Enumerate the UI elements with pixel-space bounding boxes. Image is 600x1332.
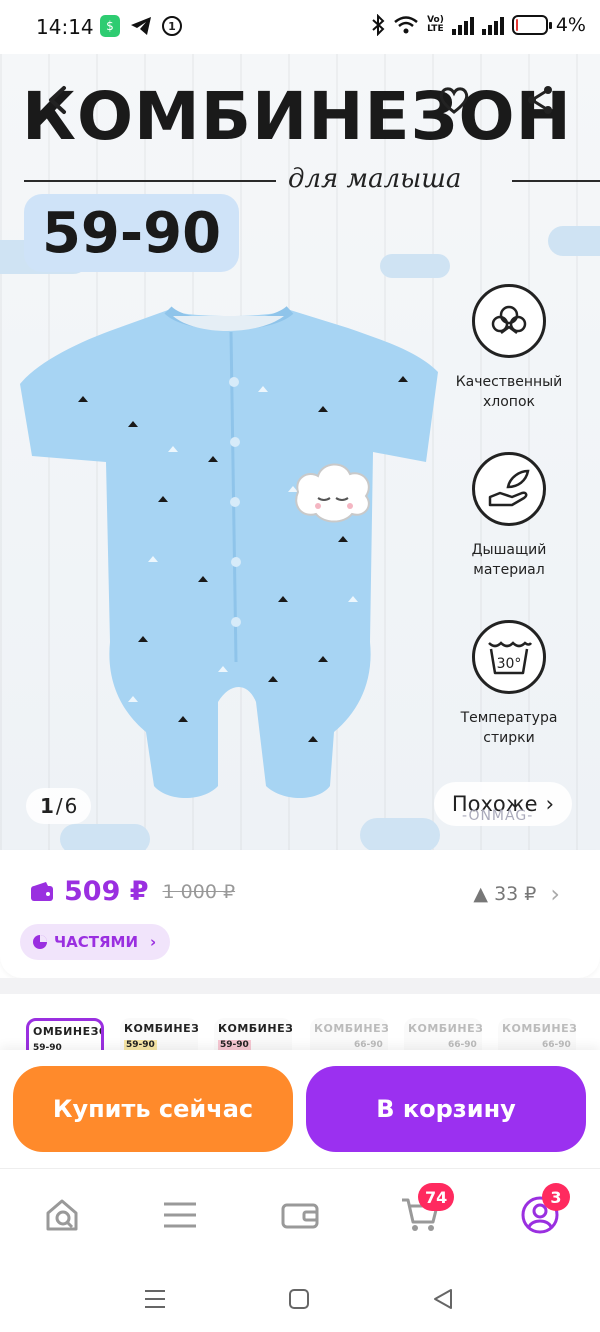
volte-bottom: LTE: [427, 24, 444, 34]
money-app-icon: $: [100, 15, 120, 37]
back-arrow-icon: [49, 86, 66, 114]
cart-count-badge: 74: [418, 1183, 455, 1211]
feature-wash-temperature: 30° Температура стирки: [440, 620, 578, 748]
heading-divider: [24, 180, 276, 182]
price-delta: ▲ 33 ₽: [473, 883, 537, 905]
back-button[interactable]: [34, 76, 82, 124]
installments-button[interactable]: ЧАСТЯМИ ›: [20, 924, 171, 960]
battery-level: [515, 19, 518, 31]
variant-size: 66-90: [354, 1040, 383, 1050]
purchase-action-bar: Купить сейчас В корзину: [0, 1050, 600, 1168]
profile-notification-badge: 3: [542, 1183, 570, 1211]
feather-hand-icon: [472, 452, 546, 526]
wallet-price-icon: [31, 881, 53, 901]
home-button[interactable]: [284, 1284, 314, 1314]
variant-title: ОМБИНЕЗО: [33, 1025, 104, 1038]
status-bar: 14:14 $ 1 Vo) LTE 4%: [0, 0, 600, 54]
signal-sim2-icon: [481, 15, 504, 35]
battery-icon: [511, 15, 552, 35]
signal-sim1-icon: [451, 15, 474, 35]
add-to-cart-button[interactable]: В корзину: [306, 1066, 586, 1152]
variant-title: КОМБИНЕЗОН: [314, 1022, 388, 1035]
price-row: 509 ₽ 1 000 ₽: [30, 876, 235, 907]
square-icon: [289, 1289, 309, 1309]
image-watermark: -ONMAG-: [462, 808, 534, 824]
cloud-decoration: [60, 824, 150, 852]
buy-now-button[interactable]: Купить сейчас: [13, 1066, 293, 1152]
nav-catalog[interactable]: [158, 1193, 202, 1237]
home-search-icon: [46, 1199, 78, 1231]
feature-cotton: Качественный хлопок: [440, 284, 578, 412]
battery-percent: 4%: [555, 14, 586, 36]
product-subheading: для малыша: [288, 164, 462, 194]
pie-chart-icon: [33, 935, 47, 949]
system-back-button[interactable]: [428, 1284, 458, 1314]
nav-home[interactable]: [40, 1193, 84, 1237]
menu-lines-icon: [145, 1290, 165, 1308]
product-gallery[interactable]: КОМБИНЕЗОН для малыша 59-90 Качественный…: [0, 54, 600, 852]
variant-title: КОМБИНЕЗОН: [502, 1022, 576, 1035]
page-current: 1: [40, 794, 54, 818]
installments-label: ЧАСТЯМИ: [54, 933, 139, 951]
triangle-back-icon: [434, 1289, 452, 1309]
volte-icon: Vo) LTE: [427, 16, 444, 34]
sim-info-icon: 1: [162, 16, 182, 36]
variant-title: КОМБИНЕЗОН: [408, 1022, 482, 1035]
page-total: 6: [64, 794, 78, 818]
cloud-decoration: [360, 818, 440, 852]
feature-label: Качественный хлопок: [455, 374, 563, 410]
size-range-badge: 59-90: [24, 194, 239, 272]
price-old: 1 000 ₽: [162, 880, 236, 903]
variant-size: 66-90: [448, 1040, 477, 1050]
status-time: 14:14: [36, 15, 94, 39]
status-notification-icons: $ 1: [100, 15, 182, 37]
variant-title: КОМБИНЕЗОН: [218, 1022, 292, 1035]
cotton-icon: [472, 284, 546, 358]
nav-wallet[interactable]: [278, 1193, 322, 1237]
feature-label: Дышащий материал: [471, 542, 547, 578]
wash-temperature-text: 30°: [497, 656, 522, 672]
product-heading: КОМБИНЕЗОН: [22, 78, 572, 155]
cloud-decoration: [380, 254, 450, 278]
system-navigation-bar: [0, 1264, 600, 1332]
catalog-icon: [164, 1202, 196, 1228]
wifi-icon: [394, 16, 418, 34]
status-system-icons: Vo) LTE 4%: [371, 14, 586, 36]
page-separator: /: [55, 794, 63, 818]
heading-divider: [512, 180, 600, 182]
variant-size: 59-90: [218, 1040, 251, 1050]
price-card: 509 ₽ 1 000 ₽ ▲ 33 ₽ › ЧАСТЯМИ ›: [0, 850, 600, 978]
price-history-button[interactable]: ▲ 33 ₽ ›: [473, 880, 560, 908]
cloud-decoration: [548, 226, 600, 256]
section-separator: [0, 978, 600, 994]
feature-breathable: Дышащий материал: [440, 452, 578, 580]
wallet-icon: [281, 1203, 319, 1229]
recent-apps-button[interactable]: [140, 1284, 170, 1314]
image-page-counter: 1 / 6: [26, 788, 92, 824]
price-current: 509 ₽: [64, 876, 149, 907]
bluetooth-icon: [372, 14, 385, 36]
share-button[interactable]: [516, 76, 564, 124]
variant-title: КОМБИНЕЗОН: [124, 1022, 198, 1035]
telegram-icon: [131, 17, 151, 35]
favorite-button[interactable]: [430, 76, 478, 124]
chevron-right-icon: ›: [150, 933, 157, 951]
chevron-right-icon: ›: [550, 880, 560, 908]
feature-label: Температура стирки: [460, 710, 558, 746]
bottom-navigation: 74 3: [0, 1168, 600, 1264]
heart-icon: [439, 87, 469, 114]
variant-size: 66-90: [542, 1040, 571, 1050]
variant-size: 59-90: [124, 1040, 157, 1050]
wash-30-icon: 30°: [472, 620, 546, 694]
share-icon: [528, 86, 552, 114]
romper-image: [20, 305, 438, 798]
chevron-right-icon: ›: [545, 792, 554, 816]
